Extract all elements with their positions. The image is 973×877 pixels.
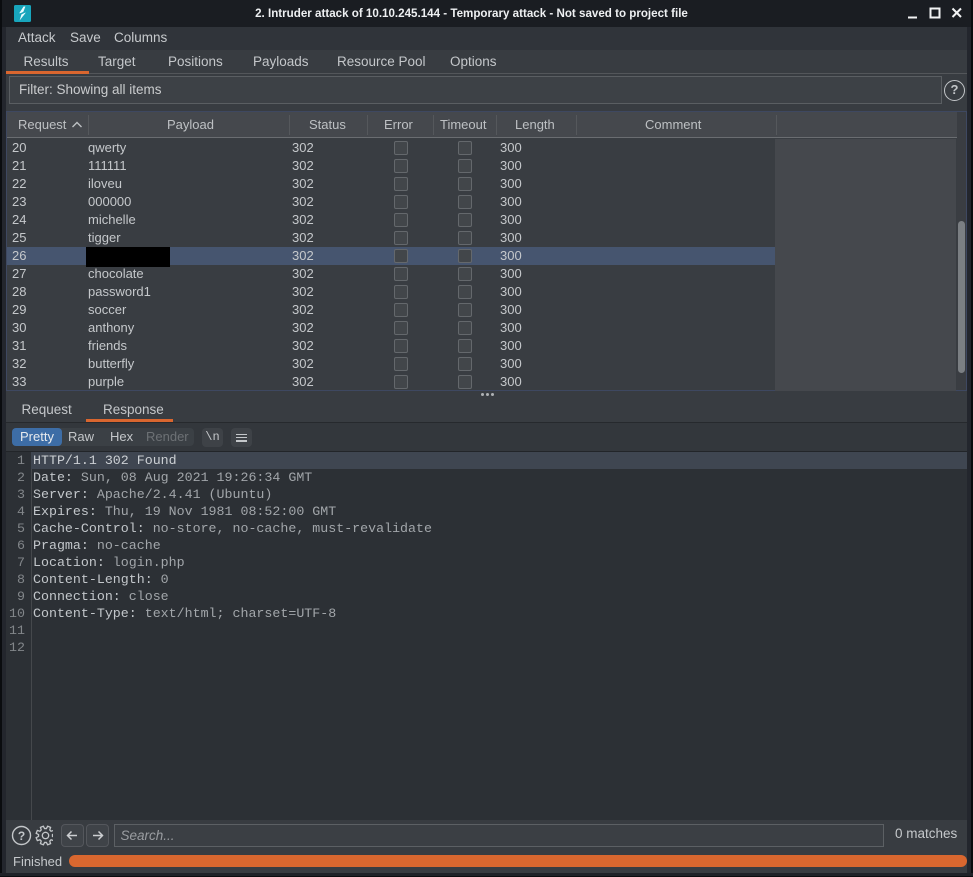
svg-text:?: ? (18, 829, 25, 843)
